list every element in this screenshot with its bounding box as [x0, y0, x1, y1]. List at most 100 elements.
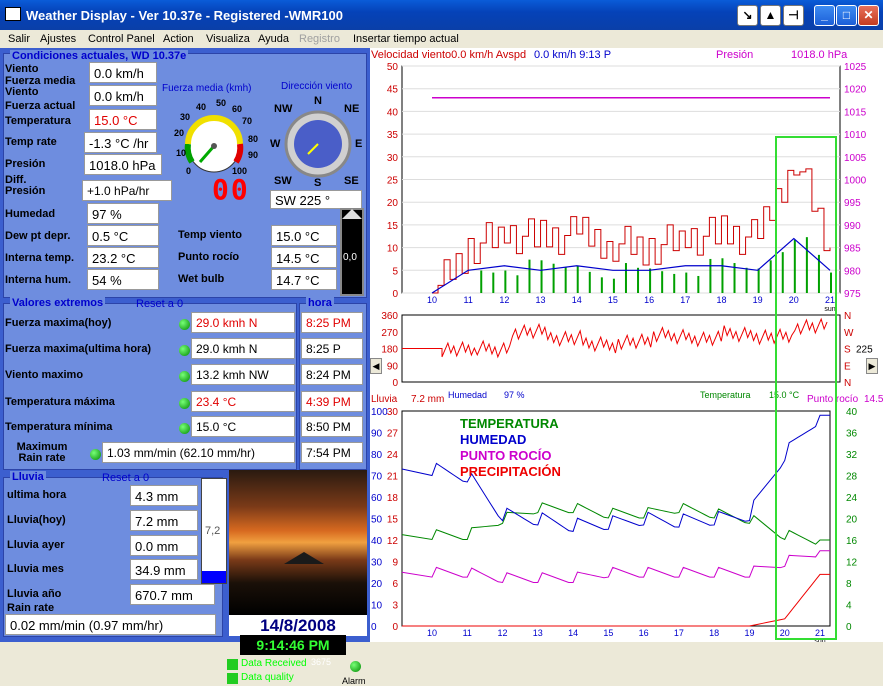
arrow-button[interactable]: ↘: [737, 5, 758, 26]
y-left2-tick-label: 15: [387, 515, 399, 526]
wind-bar: [624, 263, 627, 293]
dew-header-value: 14.5: [864, 394, 883, 405]
label-rain-rate: Rain rate: [7, 602, 55, 614]
wind-bar: [685, 272, 688, 293]
left-panel: Condiciones actuales, WD 10.37e Viento 0…: [0, 48, 370, 686]
x-tick-label: 16: [639, 628, 649, 638]
gauge-tick-20: 20: [174, 128, 184, 138]
menu-ayuda[interactable]: Ayuda: [258, 33, 289, 45]
scroll-left-button[interactable]: ◀: [370, 358, 382, 374]
alarm-led[interactable]: [350, 661, 361, 672]
y-right-tick-label: 12: [846, 558, 858, 569]
title-bar[interactable]: Weather Display - Ver 10.37e - Registere…: [0, 0, 883, 30]
time-temp-minima: 8:50 PM: [301, 416, 363, 437]
pressure-header-value: 1018.0 hPa: [791, 49, 848, 61]
y-tick-label: 25: [387, 176, 399, 187]
y-left2-tick-label: 24: [387, 450, 399, 461]
wind-direction-compass: N NE E SE S SW W NW: [270, 95, 362, 186]
y-left1-tick-label: 30: [371, 558, 383, 569]
minimize-button[interactable]: _: [814, 5, 835, 26]
y2-tick-label: 1000: [844, 176, 867, 187]
label-lluvia-hoy: Lluvia(hoy): [7, 514, 66, 526]
pin-button[interactable]: ▲: [760, 5, 781, 26]
legend-temperatura: TEMPERATURA: [460, 416, 559, 431]
y-tick-label: 180: [381, 345, 398, 356]
rain-gauge-bar: 7,2: [201, 478, 227, 584]
label-fuerza-max-hora: Fuerza maxima(ultima hora): [5, 343, 152, 355]
status-led: [179, 345, 190, 356]
y-right-tick-label: 28: [846, 472, 858, 483]
y-left2-tick-label: 6: [392, 579, 398, 590]
value-ultima-hora: 4.3 mm: [130, 485, 198, 506]
y-left2-tick-label: 9: [392, 558, 398, 569]
y-tick-label: 5: [392, 266, 398, 277]
x-tick-label: 18: [709, 628, 719, 638]
x-tick-label: 16: [644, 295, 654, 305]
label-ultima-hora: ultima hora: [7, 489, 67, 501]
extremes-reset[interactable]: Reset a 0: [136, 298, 183, 310]
gauge-tick-30: 30: [180, 112, 190, 122]
menu-insertar-tiempo[interactable]: Insertar tiempo actual: [353, 33, 459, 45]
alarm-label[interactable]: Alarm: [342, 676, 366, 686]
data-received-label: Data Received: [241, 658, 307, 669]
y2-tick-label: 1025: [844, 62, 867, 73]
y-tick-label: 360: [381, 311, 398, 322]
y-tick-label: 50: [387, 62, 399, 73]
label-diff-presion: Diff. Presión: [5, 174, 46, 197]
label-viento-maximo: Viento maximo: [5, 369, 84, 381]
y-left2-tick-label: 30: [387, 407, 399, 418]
x-tick-label: 11: [464, 295, 473, 305]
menu-visualiza[interactable]: Visualiza: [206, 33, 250, 45]
temp-header-label: Temperatura: [700, 390, 751, 400]
menu-salir[interactable]: Salir: [8, 33, 30, 45]
time-viento-maximo: 8:24 PM: [301, 364, 363, 385]
status-led: [179, 398, 190, 409]
wind-bar: [757, 268, 760, 293]
y-tick-label: 20: [387, 198, 399, 209]
menu-control-panel[interactable]: Control Panel: [88, 33, 155, 45]
gauge-digital-readout: 00: [212, 173, 250, 206]
wind-bar: [576, 266, 579, 293]
y-left2-tick-label: 0: [392, 622, 398, 633]
label-interna-hum: Interna hum.: [5, 274, 72, 286]
value-direction: SW 225 °: [270, 190, 362, 209]
y-left2-tick-label: 18: [387, 493, 399, 504]
compass-s: S: [314, 177, 321, 186]
time-fuerza-max-hora: 8:25 P: [301, 338, 363, 359]
status-led: [179, 371, 190, 382]
wind-speed-gauge: 0 10 20 30 40 50 60 70 80 90 100: [174, 98, 258, 176]
label-temp-minima: Temperatura mínima: [5, 421, 113, 433]
current-date: 14/8/2008: [229, 615, 367, 636]
y-left2-tick-label: 12: [387, 536, 399, 547]
wind-bar: [564, 267, 567, 293]
y-left1-tick-label: 40: [371, 536, 383, 547]
x-tick-label: 10: [427, 295, 437, 305]
value-temperatura: 15.0 °C: [89, 109, 157, 130]
wind-bar: [480, 270, 483, 293]
y-left2-tick-label: 27: [387, 429, 399, 440]
gauge-tick-50: 50: [216, 98, 226, 108]
value-lluvia-hoy: 7.2 mm: [130, 510, 198, 531]
level-bar-value: 0,0: [343, 252, 357, 263]
wind-bar: [661, 271, 664, 293]
y-left1-tick-label: 100: [371, 407, 388, 418]
time-temp-maxima: 4:39 PM: [301, 391, 363, 412]
y2-direction-label: W: [844, 328, 854, 339]
y-left1-tick-label: 20: [371, 579, 383, 590]
wind-bar: [540, 260, 543, 293]
menu-ajustes[interactable]: Ajustes: [40, 33, 76, 45]
value-lluvia-ano: 670.7 mm: [130, 584, 215, 605]
rain-header-value: 7.2 mm: [411, 394, 445, 405]
menu-action[interactable]: Action: [163, 33, 194, 45]
gauge-tick-80: 80: [248, 134, 258, 144]
label-fuerza-media: Fuerza media Viento: [5, 75, 76, 98]
maximize-button[interactable]: □: [836, 5, 857, 26]
dock-button[interactable]: ⊣: [783, 5, 804, 26]
y-left1-tick-label: 0: [371, 622, 377, 633]
scroll-right-button[interactable]: ▶: [866, 358, 878, 374]
rain-reset[interactable]: Reset a 0: [102, 472, 149, 484]
close-button[interactable]: ✕: [858, 5, 879, 26]
y-right-tick-label: 8: [846, 579, 852, 590]
sample-count: 3675: [311, 657, 332, 667]
label-temp-rate: Temp rate: [5, 136, 57, 148]
